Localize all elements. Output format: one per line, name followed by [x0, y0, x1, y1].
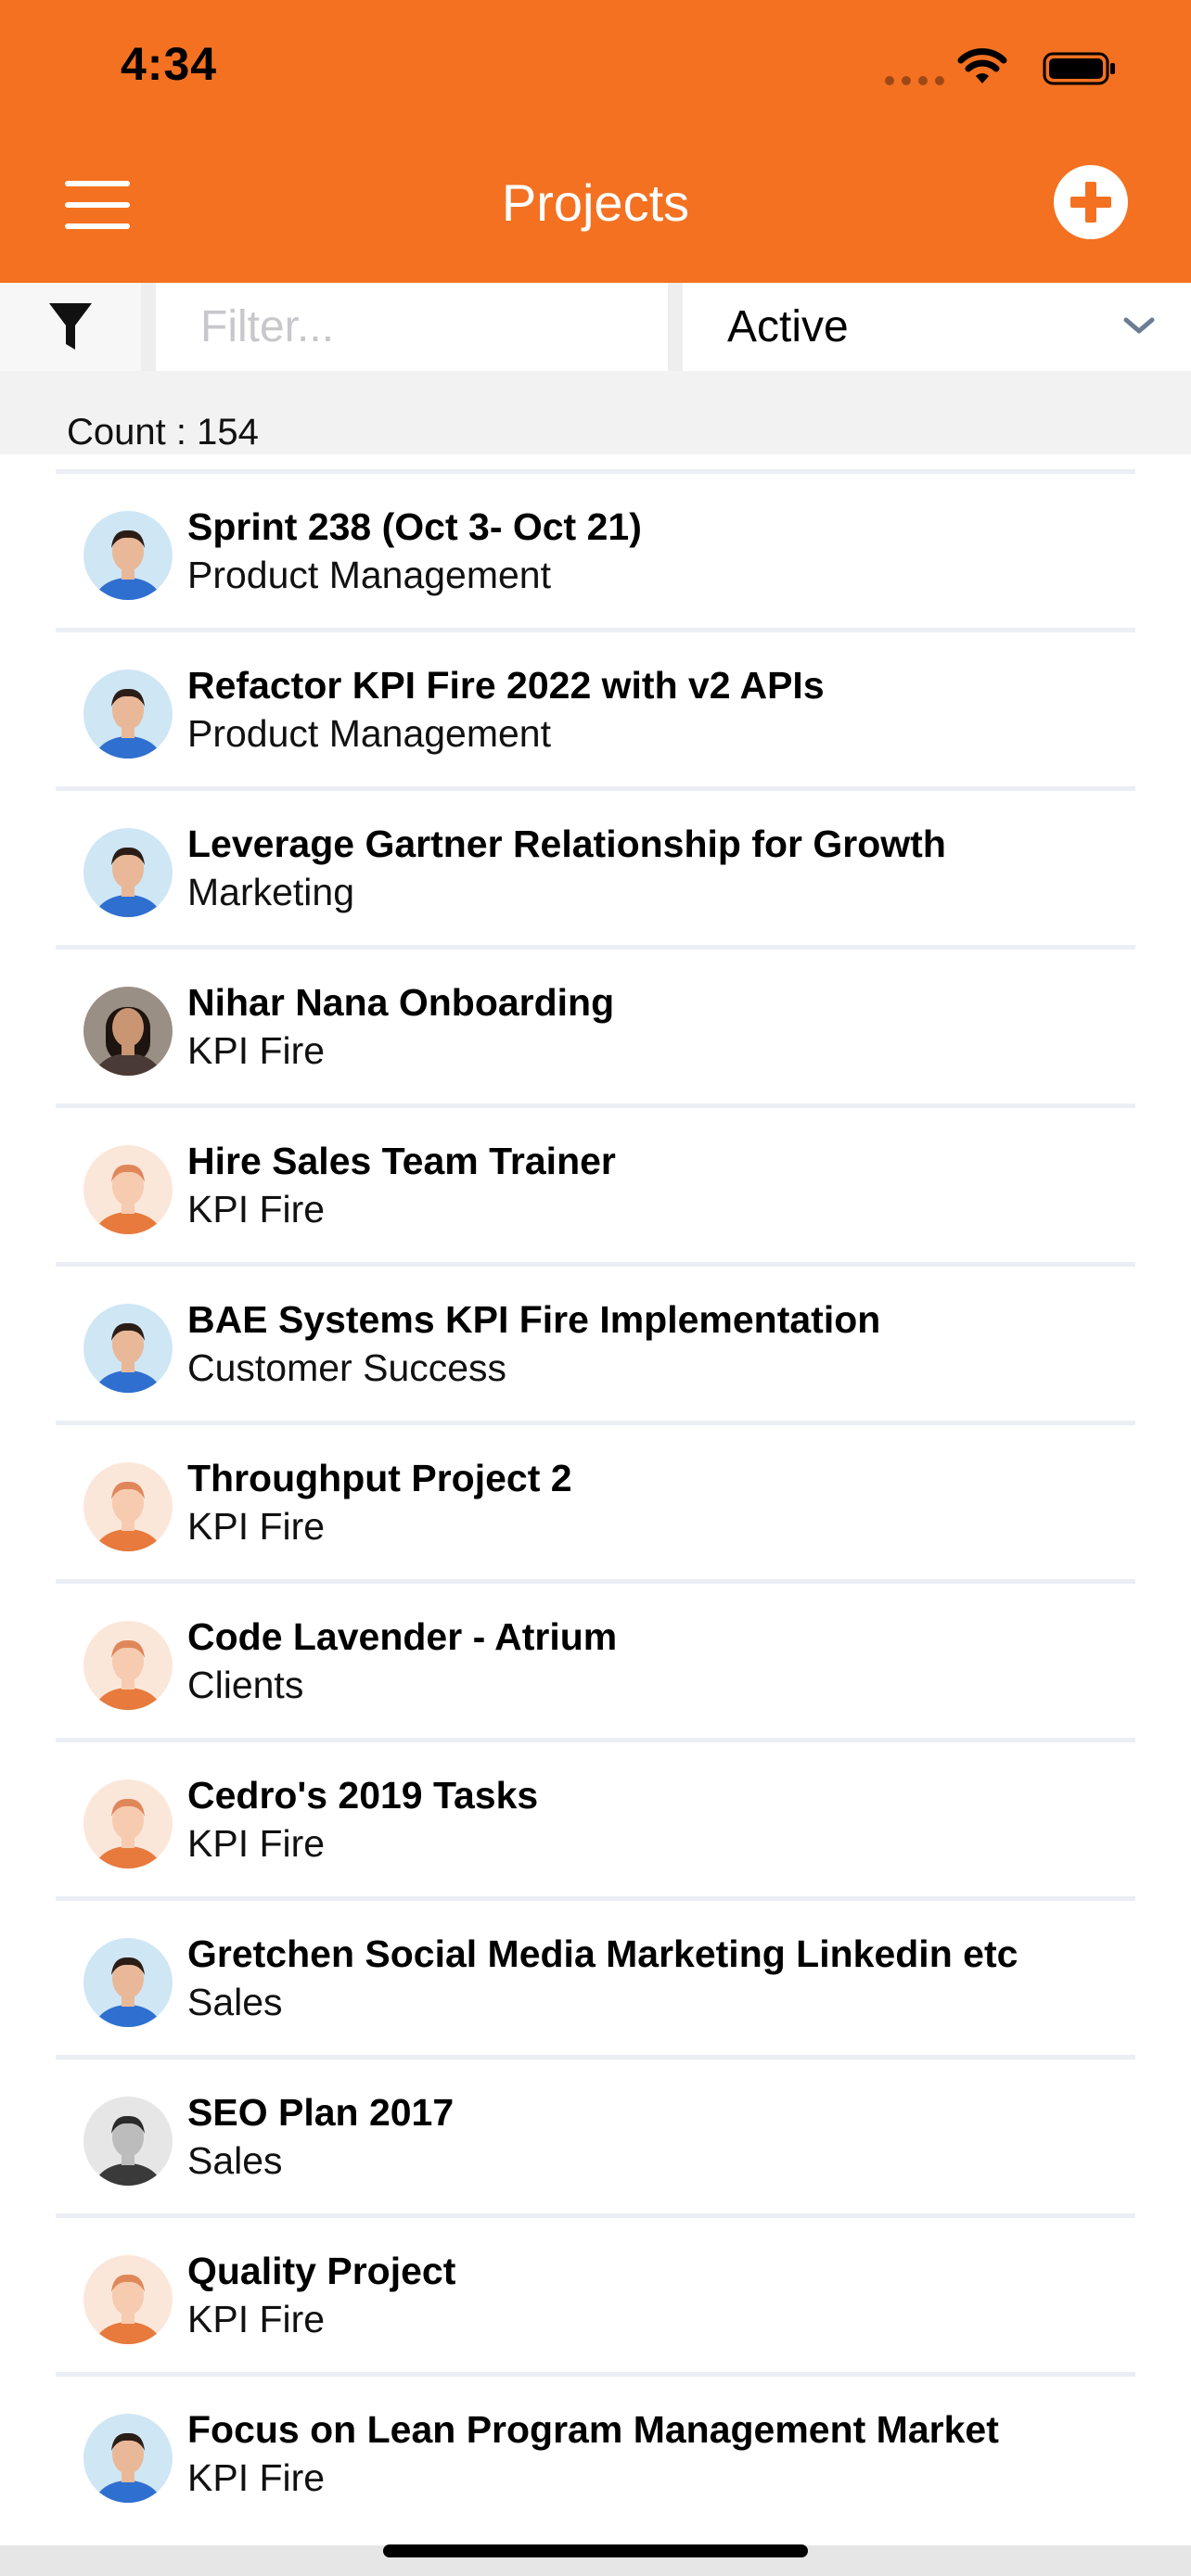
project-department: KPI Fire: [187, 2456, 326, 2499]
project-title: Hire Sales Team Trainer: [187, 1140, 616, 1182]
project-title: Focus on Lean Program Management Market: [187, 2408, 999, 2451]
add-project-button[interactable]: [1054, 165, 1128, 239]
project-list-item[interactable]: Throughput Project 2 KPI Fire: [56, 1421, 1135, 1579]
avatar: [83, 1462, 173, 1551]
project-department: KPI Fire: [187, 1188, 326, 1231]
project-department: Clients: [187, 1664, 304, 1706]
project-list-item[interactable]: BAE Systems KPI Fire Implementation Custo…: [56, 1262, 1135, 1421]
project-title: Refactor KPI Fire 2022 with v2 APIs: [187, 664, 825, 707]
chevron-down-icon: [1123, 317, 1155, 334]
avatar: [83, 828, 173, 917]
avatar: [83, 1145, 173, 1234]
wifi-icon: [957, 48, 1007, 83]
filter-input[interactable]: [156, 283, 668, 371]
project-count: Count : 154: [67, 412, 259, 453]
avatar: [83, 1938, 173, 2027]
project-title: Gretchen Social Media Marketing Linkedin…: [187, 1932, 1018, 1975]
avatar: [83, 2255, 173, 2344]
avatar: [83, 1304, 173, 1393]
page-title: Projects: [501, 173, 690, 232]
project-department: KPI Fire: [187, 2298, 326, 2340]
status-dropdown[interactable]: Active: [683, 283, 1191, 371]
app-header: 4:34 Projects: [0, 0, 1191, 283]
project-list-item[interactable]: Focus on Lean Program Management Market K…: [56, 2372, 1135, 2531]
project-title: Leverage Gartner Relationship for Growth: [187, 823, 946, 865]
project-list-item[interactable]: Quality Project KPI Fire: [56, 2213, 1135, 2372]
project-department: Sales: [187, 1981, 283, 2023]
project-list-item[interactable]: Nihar Nana Onboarding KPI Fire: [56, 945, 1135, 1103]
project-department: Marketing: [187, 871, 355, 913]
project-title: BAE Systems KPI Fire Implementation: [187, 1298, 881, 1341]
status-time: 4:34: [121, 38, 218, 90]
avatar: [83, 2097, 173, 2186]
avatar: [83, 511, 173, 600]
project-title: Code Lavender - Atrium: [187, 1615, 618, 1658]
project-title: Throughput Project 2: [187, 1457, 572, 1499]
project-list-item[interactable]: Refactor KPI Fire 2022 with v2 APIs Produ…: [56, 628, 1135, 786]
project-title: Cedro's 2019 Tasks: [187, 1774, 539, 1817]
avatar: [83, 1779, 173, 1868]
project-department: KPI Fire: [187, 1822, 326, 1865]
project-department: Product Management: [187, 712, 552, 755]
project-list-item[interactable]: Cedro's 2019 Tasks KPI Fire: [56, 1738, 1135, 1896]
battery-icon: [1043, 52, 1115, 85]
project-department: KPI Fire: [187, 1505, 326, 1548]
project-title: Quality Project: [187, 2250, 456, 2292]
project-list-item[interactable]: Leverage Gartner Relationship for Growth…: [56, 786, 1135, 945]
filter-button[interactable]: [0, 283, 141, 371]
project-department: Customer Success: [187, 1346, 507, 1389]
project-title: Nihar Nana Onboarding: [187, 981, 615, 1024]
avatar: [83, 987, 173, 1076]
project-list-item[interactable]: Hire Sales Team Trainer KPI Fire: [56, 1103, 1135, 1262]
filter-field[interactable]: [156, 283, 668, 371]
avatar: [83, 2414, 173, 2503]
project-list: Sprint 238 (Oct 3- Oct 21) Product Manage…: [0, 454, 1191, 2550]
status-dropdown-value: Active: [727, 302, 849, 351]
avatar: [83, 670, 173, 759]
funnel-filter-icon: [49, 302, 92, 350]
project-department: KPI Fire: [187, 1029, 326, 1072]
home-indicator[interactable]: [383, 2544, 808, 2557]
project-list-item[interactable]: Code Lavender - Atrium Clients: [56, 1579, 1135, 1738]
project-department: Product Management: [187, 554, 552, 596]
project-list-item[interactable]: Gretchen Social Media Marketing Linkedin…: [56, 1896, 1135, 2055]
project-title: Sprint 238 (Oct 3- Oct 21): [187, 505, 642, 548]
avatar: [83, 1621, 173, 1710]
project-list-item[interactable]: SEO Plan 2017 Sales: [56, 2055, 1135, 2213]
project-list-item[interactable]: Sprint 238 (Oct 3- Oct 21) Product Manage…: [56, 469, 1135, 628]
cellular-signal-icon: [885, 76, 944, 85]
filter-bar: Active: [0, 283, 1191, 371]
count-row: Count : 154: [0, 371, 1191, 454]
project-department: Sales: [187, 2139, 283, 2182]
project-title: SEO Plan 2017: [187, 2091, 455, 2134]
status-indicators: [820, 0, 1191, 139]
